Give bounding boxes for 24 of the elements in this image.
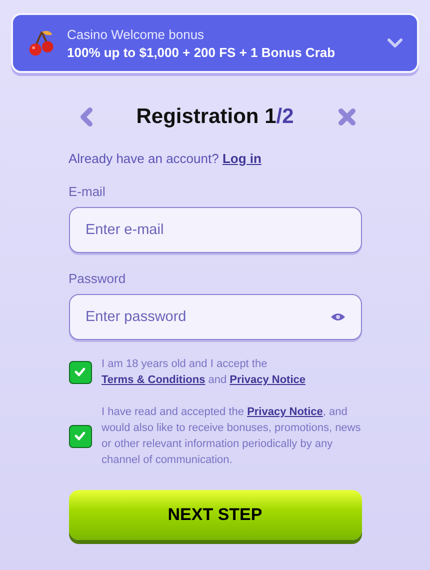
bonus-title: Casino Welcome bonus — [67, 26, 206, 42]
registration-title: Registration 1/2 — [136, 105, 294, 129]
field-label: Password — [68, 271, 126, 286]
consent-text: I have read and accepted the Privacy Notice, and would also like to receive bonuses, promotions, news or other relevant information periodically by any channel of communication. — [102, 405, 362, 468]
consent-text: I am 18 years old and I accept the Terms & Conditions and Privacy Notice — [102, 357, 306, 388]
login-link[interactable]: Log in — [222, 151, 262, 166]
next-step-button[interactable]: NEXT STEP — [68, 490, 362, 540]
eye-icon[interactable] — [330, 312, 346, 322]
consent-link[interactable]: Privacy Notice — [247, 406, 323, 418]
bonus-offer: 100% up to $1,000 + 200 FS + 1 Bonus Crab — [67, 44, 336, 60]
email-field[interactable]: Enter e-mail — [68, 207, 362, 253]
password-field[interactable]: Enter password — [68, 294, 362, 340]
checkbox[interactable] — [68, 424, 92, 448]
back-icon[interactable] — [78, 107, 92, 127]
checkmark-icon — [74, 367, 86, 377]
bonus-banner[interactable]: Casino Welcome bonus 100% up to $1,000 + 200 FS + 1 Bonus Crab — [11, 13, 419, 73]
checkbox[interactable] — [68, 360, 92, 384]
chevron-icon[interactable] — [387, 38, 403, 48]
consent-link[interactable]: Privacy Notice — [230, 374, 306, 386]
login-prompt: Already have an account? — [68, 151, 219, 166]
close-icon[interactable] — [337, 107, 358, 127]
field-label: E-mail — [68, 184, 106, 199]
checkmark-icon — [74, 431, 86, 441]
consent-link[interactable]: Terms & Conditions — [102, 374, 206, 386]
